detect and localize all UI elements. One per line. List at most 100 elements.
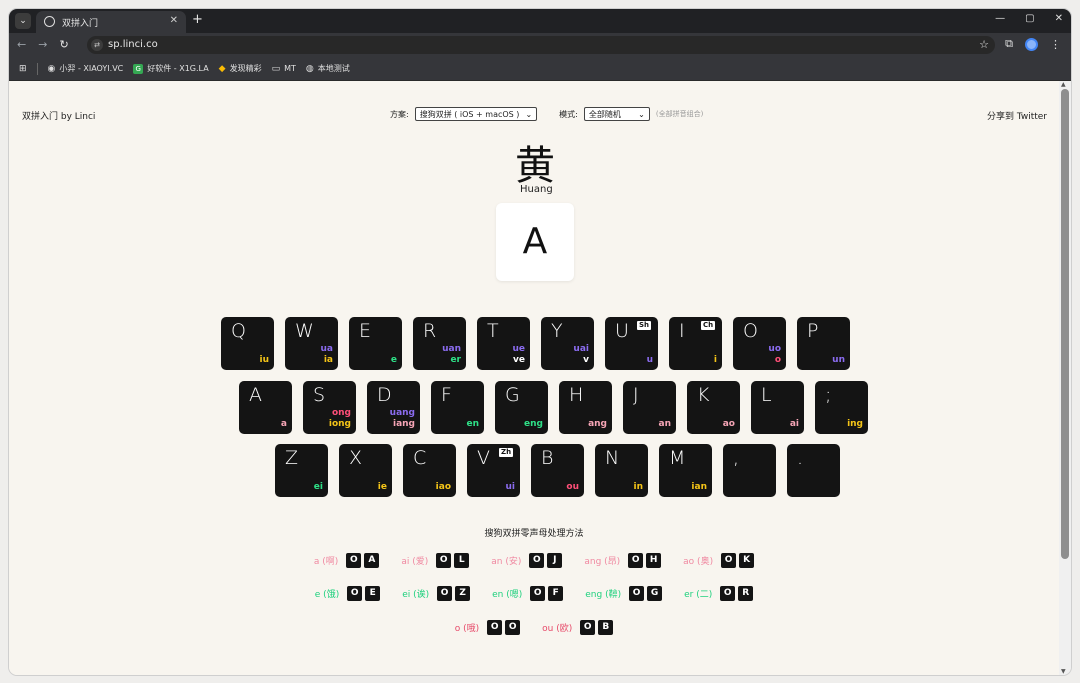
- key-letter: L: [761, 384, 772, 406]
- key-shengmu-badge: Sh: [637, 321, 652, 330]
- keyboard-key[interactable]: Wua ia: [285, 317, 338, 370]
- keyboard-key[interactable]: Fen: [431, 381, 484, 434]
- keyboard-key[interactable]: Yuai v: [541, 317, 594, 370]
- keyboard-key[interactable]: Nin: [595, 444, 648, 497]
- zero-initial-item: ang (昂) O H: [584, 553, 662, 568]
- keyboard-key[interactable]: Pun: [797, 317, 850, 370]
- bookmark-star-icon[interactable]: ☆: [979, 38, 989, 51]
- key-yunmu-lower: iao: [435, 482, 451, 492]
- key-letter: V: [477, 447, 490, 469]
- key-letter: ,: [733, 447, 740, 469]
- keycap: G: [647, 586, 663, 601]
- key-letter: O: [743, 320, 758, 342]
- key-yunmu-lower: ia: [323, 355, 333, 365]
- zero-initial-label: ou (欧): [542, 624, 573, 634]
- bookmark-item[interactable]: ◆ 发现精彩: [219, 63, 262, 74]
- scroll-up-icon[interactable]: ▲: [1061, 81, 1066, 88]
- keyboard-key[interactable]: U Sh u: [605, 317, 658, 370]
- new-tab-icon[interactable]: +: [192, 12, 203, 27]
- address-bar[interactable]: ⇄ sp.linci.co ☆: [87, 36, 995, 54]
- keyboard-key[interactable]: Ouo o: [733, 317, 786, 370]
- tab-close-icon[interactable]: ✕: [170, 15, 178, 26]
- zero-initial-label: er (二): [684, 590, 713, 600]
- mode-select[interactable]: 全部随机 ⌄: [583, 107, 650, 121]
- keyboard-key[interactable]: V Zh ui: [467, 444, 520, 497]
- keyboard-key[interactable]: Ciao: [403, 444, 456, 497]
- keycap: O: [529, 553, 545, 568]
- keyboard-key[interactable]: Jan: [623, 381, 676, 434]
- keyboard-key[interactable]: Xie: [339, 444, 392, 497]
- key-yunmu-lower: i: [713, 355, 717, 365]
- keyboard-key[interactable]: Song iong: [303, 381, 356, 434]
- keycap: J: [547, 553, 563, 568]
- zero-initial-row: o (哦) O Oou (欧) O B: [9, 620, 1059, 635]
- key-letter: A: [249, 384, 262, 406]
- back-icon[interactable]: ←: [17, 38, 26, 51]
- keycap: O: [628, 553, 644, 568]
- key-yunmu-upper: uan: [442, 344, 461, 354]
- keyboard-key[interactable]: Kao: [687, 381, 740, 434]
- keyboard-key[interactable]: Lai: [751, 381, 804, 434]
- key-letter: ;: [825, 384, 832, 406]
- scheme-select[interactable]: 搜狗双拼 ( iOS + macOS ) ⌄: [414, 107, 538, 121]
- zero-initial-label: eng (鞥): [585, 590, 622, 600]
- key-yunmu-lower: ou: [566, 482, 579, 492]
- bookmark-item[interactable]: ◍ 本地测试: [306, 63, 350, 74]
- scrollbar[interactable]: ▲ ▼: [1059, 81, 1071, 675]
- keycap: L: [454, 553, 470, 568]
- key-letter: T: [487, 320, 499, 342]
- folder-icon: ▭: [271, 63, 281, 74]
- keyboard-key[interactable]: Tue ve: [477, 317, 530, 370]
- keyboard-key[interactable]: Duang iang: [367, 381, 420, 434]
- keyboard-key[interactable]: Geng: [495, 381, 548, 434]
- site-info-icon[interactable]: ⇄: [91, 39, 103, 51]
- forward-icon[interactable]: →: [38, 38, 47, 51]
- key-yunmu-upper: ong: [331, 408, 351, 418]
- key-yunmu-upper: uai: [573, 344, 589, 354]
- keyboard-key[interactable]: ; ing: [815, 381, 868, 434]
- key-yunmu-lower: ie: [377, 482, 387, 492]
- extensions-icon[interactable]: ⧉: [1005, 37, 1013, 51]
- keyboard-key[interactable]: Hang: [559, 381, 612, 434]
- key-yunmu-lower: en: [466, 419, 479, 429]
- reload-icon[interactable]: ↻: [59, 38, 68, 51]
- site-brand[interactable]: 双拼入门 by Linci: [22, 109, 95, 122]
- keycap: O: [505, 620, 521, 635]
- bookmark-item[interactable]: G 好软件 - X1G.LA: [133, 63, 209, 74]
- key-letter: F: [441, 384, 452, 406]
- key-yunmu-upper: uo: [768, 344, 781, 354]
- tab-active[interactable]: 双拼入门 ✕: [36, 11, 186, 33]
- keyboard-key[interactable]: .: [787, 444, 840, 497]
- maximize-icon[interactable]: ▢: [1025, 13, 1034, 24]
- keycap: Z: [455, 586, 471, 601]
- apps-icon[interactable]: ⊞: [19, 64, 27, 74]
- scrollbar-thumb[interactable]: [1061, 89, 1069, 559]
- key-letter: S: [313, 384, 326, 406]
- keyboard-key[interactable]: ,: [723, 444, 776, 497]
- keycap: O: [629, 586, 645, 601]
- share-twitter-link[interactable]: 分享到 Twitter: [987, 109, 1047, 122]
- keyboard-key[interactable]: Bou: [531, 444, 584, 497]
- zero-initial-label: e (饿): [314, 590, 340, 600]
- keyboard-key[interactable]: Mian: [659, 444, 712, 497]
- keyboard-key[interactable]: Qiu: [221, 317, 274, 370]
- zero-initial-label: ao (奥): [683, 557, 714, 567]
- close-window-icon[interactable]: ✕: [1055, 13, 1063, 24]
- keyboard-key[interactable]: Zei: [275, 444, 328, 497]
- key-yunmu-lower: eng: [524, 419, 543, 429]
- key-letter: C: [413, 447, 427, 469]
- keyboard-key[interactable]: I Ch i: [669, 317, 722, 370]
- scroll-down-icon[interactable]: ▼: [1061, 668, 1066, 675]
- bookmark-item[interactable]: ◉ 小羿 - XIAOYI.VC: [48, 63, 124, 74]
- mode-hint: (全部拼音组合): [655, 110, 704, 118]
- tab-search-icon[interactable]: ⌄: [15, 13, 31, 29]
- key-letter: Z: [285, 447, 299, 469]
- bookmark-item[interactable]: ▭ MT: [272, 64, 296, 74]
- keyboard-key[interactable]: Ee: [349, 317, 402, 370]
- keyboard-key[interactable]: Aa: [239, 381, 292, 434]
- spark-icon: ◆: [218, 63, 226, 74]
- menu-icon[interactable]: ⋮: [1050, 38, 1061, 51]
- minimize-icon[interactable]: —: [995, 13, 1005, 24]
- profile-avatar[interactable]: [1025, 37, 1038, 51]
- keyboard-key[interactable]: Ruan er: [413, 317, 466, 370]
